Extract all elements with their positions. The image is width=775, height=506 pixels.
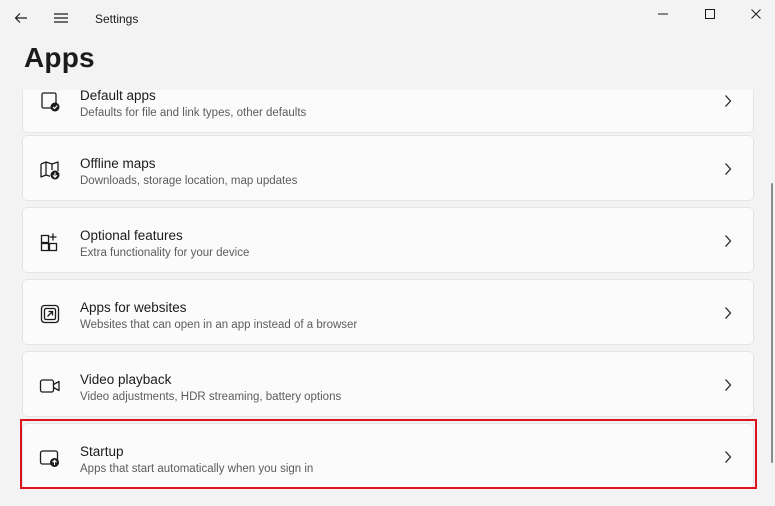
- setting-item-description: Websites that can open in an app instead…: [80, 319, 358, 331]
- default-apps-icon: [38, 90, 62, 114]
- setting-item-description: Extra functionality for your device: [80, 247, 250, 259]
- close-icon: [750, 8, 762, 20]
- window-title: Settings: [95, 12, 139, 26]
- setting-item-default-apps[interactable]: Default apps Defaults for file and link …: [22, 90, 754, 133]
- setting-item-description: Downloads, storage location, map updates: [80, 175, 298, 187]
- setting-item-title: Default apps: [80, 90, 156, 103]
- setting-item-startup[interactable]: Startup Apps that start automatically wh…: [22, 423, 754, 489]
- back-button[interactable]: [6, 4, 36, 32]
- close-button[interactable]: [733, 0, 775, 28]
- setting-item-title: Offline maps: [80, 156, 156, 171]
- chevron-right-icon: [721, 92, 735, 110]
- scrollbar-thumb[interactable]: [771, 183, 773, 463]
- map-download-icon: [38, 158, 62, 182]
- chevron-right-icon: [721, 160, 735, 178]
- video-camera-icon: [38, 374, 62, 398]
- setting-item-description: Defaults for file and link types, other …: [80, 107, 307, 119]
- chevron-right-icon: [721, 304, 735, 322]
- setting-item-description: Apps that start automatically when you s…: [80, 463, 314, 475]
- setting-item-optional-features[interactable]: Optional features Extra functionality fo…: [22, 207, 754, 273]
- setting-item-title: Optional features: [80, 228, 183, 243]
- maximize-icon: [704, 8, 716, 20]
- setting-item-description: Video adjustments, HDR streaming, batter…: [80, 391, 342, 403]
- chevron-right-icon: [721, 376, 735, 394]
- add-features-icon: [38, 230, 62, 254]
- title-bar: Settings: [0, 0, 775, 40]
- setting-item-title: Apps for websites: [80, 300, 187, 315]
- setting-item-video-playback[interactable]: Video playback Video adjustments, HDR st…: [22, 351, 754, 417]
- chevron-right-icon: [721, 232, 735, 250]
- navigation-menu-button[interactable]: [46, 4, 76, 32]
- chevron-right-icon: [721, 448, 735, 466]
- minimize-button[interactable]: [640, 0, 686, 28]
- setting-item-title: Startup: [80, 444, 124, 459]
- open-in-app-icon: [38, 302, 62, 326]
- maximize-button[interactable]: [687, 0, 733, 28]
- setting-item-title: Video playback: [80, 372, 172, 387]
- setting-item-offline-maps[interactable]: Offline maps Downloads, storage location…: [22, 135, 754, 201]
- hamburger-icon: [53, 11, 69, 25]
- setting-item-apps-for-websites[interactable]: Apps for websites Websites that can open…: [22, 279, 754, 345]
- settings-list: Default apps Defaults for file and link …: [0, 90, 775, 506]
- arrow-left-icon: [13, 10, 29, 26]
- startup-icon: [38, 446, 62, 470]
- minimize-icon: [657, 8, 669, 20]
- page-title: Apps: [24, 42, 95, 73]
